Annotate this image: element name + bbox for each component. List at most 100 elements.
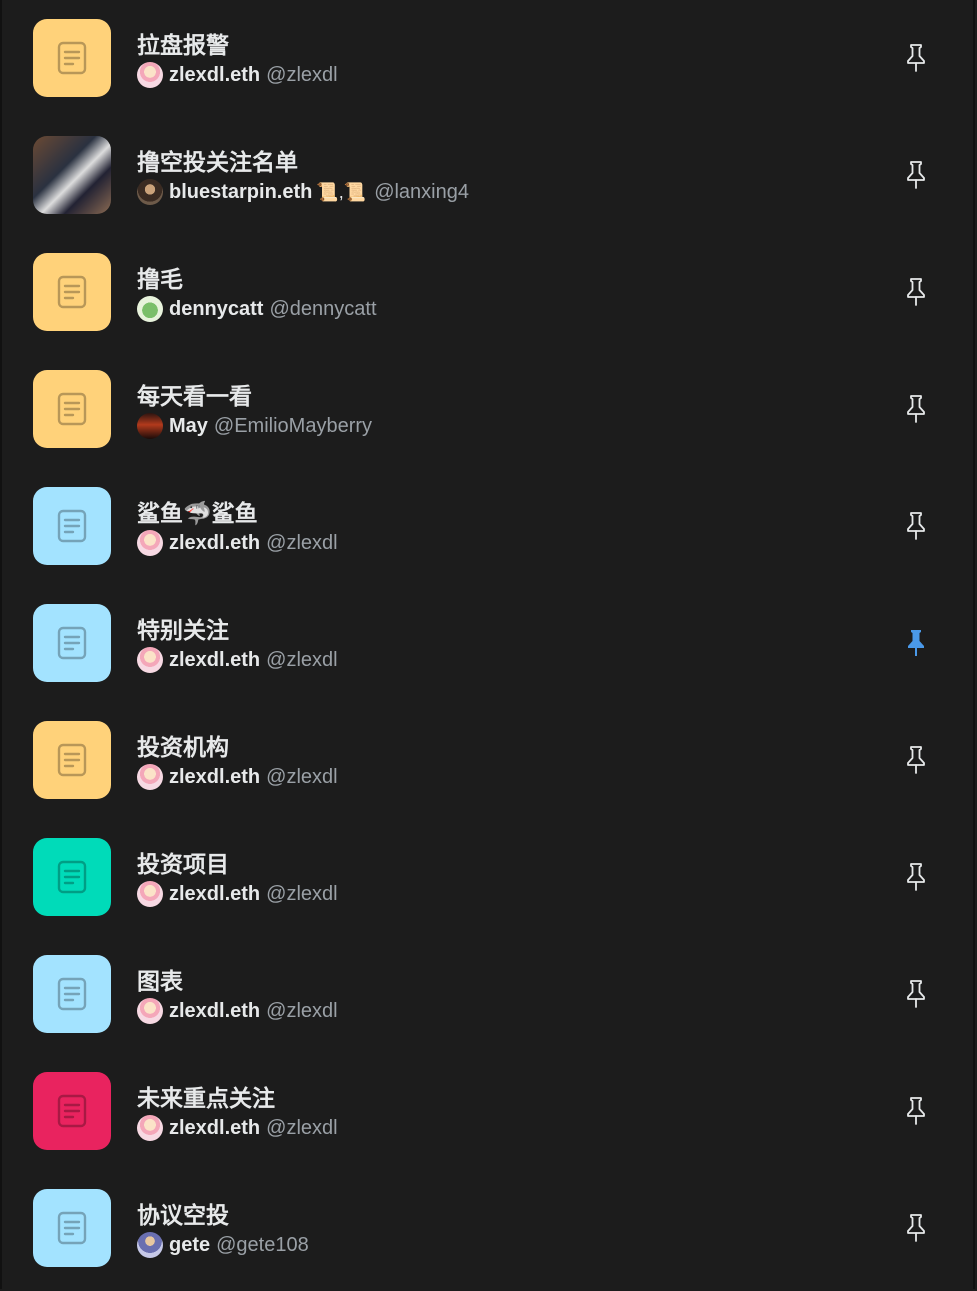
list-item[interactable]: 协议空投 gete @gete108 [2, 1170, 973, 1287]
avatar [137, 413, 163, 439]
list-banner [33, 370, 111, 448]
list-banner [33, 19, 111, 97]
owner-handle: @zlexdl [266, 1116, 338, 1139]
lists-panel: 拉盘报警 zlexdl.eth @zlexdl 撸空投关注名单 bluestarpin.… [0, 0, 975, 1289]
list-icon [57, 275, 87, 309]
owner-name: dennycatt [169, 297, 264, 320]
pin-button[interactable] [903, 277, 929, 307]
owner-name: zlexdl.eth [169, 531, 261, 554]
list-item[interactable]: 投资机构 zlexdl.eth @zlexdl [2, 702, 973, 819]
pin-button[interactable] [903, 1213, 929, 1243]
pin-icon [907, 395, 925, 423]
list-icon [57, 743, 87, 777]
list-icon [57, 860, 87, 894]
list-title: 每天看一看 [137, 384, 252, 410]
unpin-button[interactable] [903, 628, 929, 658]
list-owner: zlexdl.eth @zlexdl [137, 764, 338, 790]
pin-button[interactable] [903, 160, 929, 190]
list-title: 投资机构 [137, 735, 229, 761]
owner-name-suffix: 📜,📜 [316, 181, 367, 202]
avatar [137, 764, 163, 790]
list-icon [57, 1094, 87, 1128]
list-banner [33, 721, 111, 799]
owner-handle: @gete108 [216, 1233, 309, 1256]
list-owner: zlexdl.eth @zlexdl [137, 881, 338, 907]
list-title: 投资项目 [137, 852, 229, 878]
list-icon [57, 977, 87, 1011]
pin-icon [907, 161, 925, 189]
list-owner: zlexdl.eth @zlexdl [137, 62, 338, 88]
pin-button[interactable] [903, 394, 929, 424]
list-title: 图表 [137, 969, 183, 995]
owner-name: zlexdl.eth [169, 765, 261, 788]
list-item[interactable]: 投资项目 zlexdl.eth @zlexdl [2, 819, 973, 936]
pin-button[interactable] [903, 745, 929, 775]
owner-handle: @zlexdl [266, 531, 338, 554]
list-icon [57, 1211, 87, 1245]
owner-handle: @zlexdl [266, 648, 338, 671]
pin-button[interactable] [903, 43, 929, 73]
owner-name: gete [169, 1233, 211, 1256]
pin-button[interactable] [903, 1096, 929, 1126]
pin-button[interactable] [903, 862, 929, 892]
list-item[interactable]: 每天看一看 May @EmilioMayberry [2, 351, 973, 468]
list-banner [33, 1189, 111, 1267]
list-item[interactable]: 图表 zlexdl.eth @zlexdl [2, 936, 973, 1053]
list-owner: zlexdl.eth @zlexdl [137, 998, 338, 1024]
list-banner [33, 604, 111, 682]
list-icon [57, 509, 87, 543]
pin-button[interactable] [903, 979, 929, 1009]
avatar [137, 296, 163, 322]
avatar [137, 647, 163, 673]
list-icon [57, 626, 87, 660]
pin-icon [907, 746, 925, 774]
avatar [137, 1115, 163, 1141]
list-owner: gete @gete108 [137, 1232, 309, 1258]
list-title: 协议空投 [137, 1203, 229, 1229]
list-icon [57, 392, 87, 426]
list-owner: zlexdl.eth @zlexdl [137, 647, 338, 673]
pin-icon [907, 1214, 925, 1242]
list-banner [33, 1072, 111, 1150]
list-item[interactable]: 鲨鱼🦈鲨鱼 zlexdl.eth @zlexdl [2, 468, 973, 585]
list-owner: zlexdl.eth @zlexdl [137, 530, 338, 556]
list-owner: bluestarpin.eth 📜,📜 @lanxing4 [137, 179, 469, 205]
pin-icon [907, 512, 925, 540]
owner-name: zlexdl.eth [169, 882, 261, 905]
list-owner: dennycatt @dennycatt [137, 296, 377, 322]
list-title: 特别关注 [137, 618, 229, 644]
list-item[interactable]: 拉盘报警 zlexdl.eth @zlexdl [2, 0, 973, 117]
owner-handle: @dennycatt [269, 297, 377, 320]
avatar [137, 1232, 163, 1258]
owner-name: May [169, 414, 208, 437]
avatar [137, 881, 163, 907]
avatar [137, 530, 163, 556]
list-owner: zlexdl.eth @zlexdl [137, 1115, 338, 1141]
list-banner-image [33, 136, 111, 214]
list-item[interactable]: 特别关注 zlexdl.eth @zlexdl [2, 585, 973, 702]
list-item[interactable]: 未来重点关注 zlexdl.eth @zlexdl [2, 1053, 973, 1170]
owner-handle: @zlexdl [266, 999, 338, 1022]
avatar [137, 179, 163, 205]
owner-handle: @EmilioMayberry [213, 414, 373, 437]
list-banner [33, 487, 111, 565]
avatar [137, 998, 163, 1024]
list-icon [57, 41, 87, 75]
list-item[interactable]: 撸空投关注名单 bluestarpin.eth 📜,📜 @lanxing4 [2, 117, 973, 234]
list-item[interactable]: 撸毛 dennycatt @dennycatt [2, 234, 973, 351]
owner-handle: @lanxing4 [374, 180, 469, 203]
list-banner [33, 253, 111, 331]
pin-button[interactable] [903, 511, 929, 541]
owner-name: zlexdl.eth [169, 63, 261, 86]
owner-name: zlexdl.eth [169, 648, 261, 671]
list-title: 撸毛 [137, 267, 183, 293]
list-banner [33, 955, 111, 1033]
owner-name: bluestarpin.eth [169, 180, 313, 203]
pin-icon [907, 44, 925, 72]
pin-icon [907, 863, 925, 891]
owner-name: zlexdl.eth [169, 999, 261, 1022]
list-title: 拉盘报警 [137, 33, 229, 59]
lists-list: 拉盘报警 zlexdl.eth @zlexdl 撸空投关注名单 bluestarpin.… [2, 0, 973, 1287]
list-title: 鲨鱼🦈鲨鱼 [137, 501, 258, 527]
owner-handle: @zlexdl [266, 765, 338, 788]
